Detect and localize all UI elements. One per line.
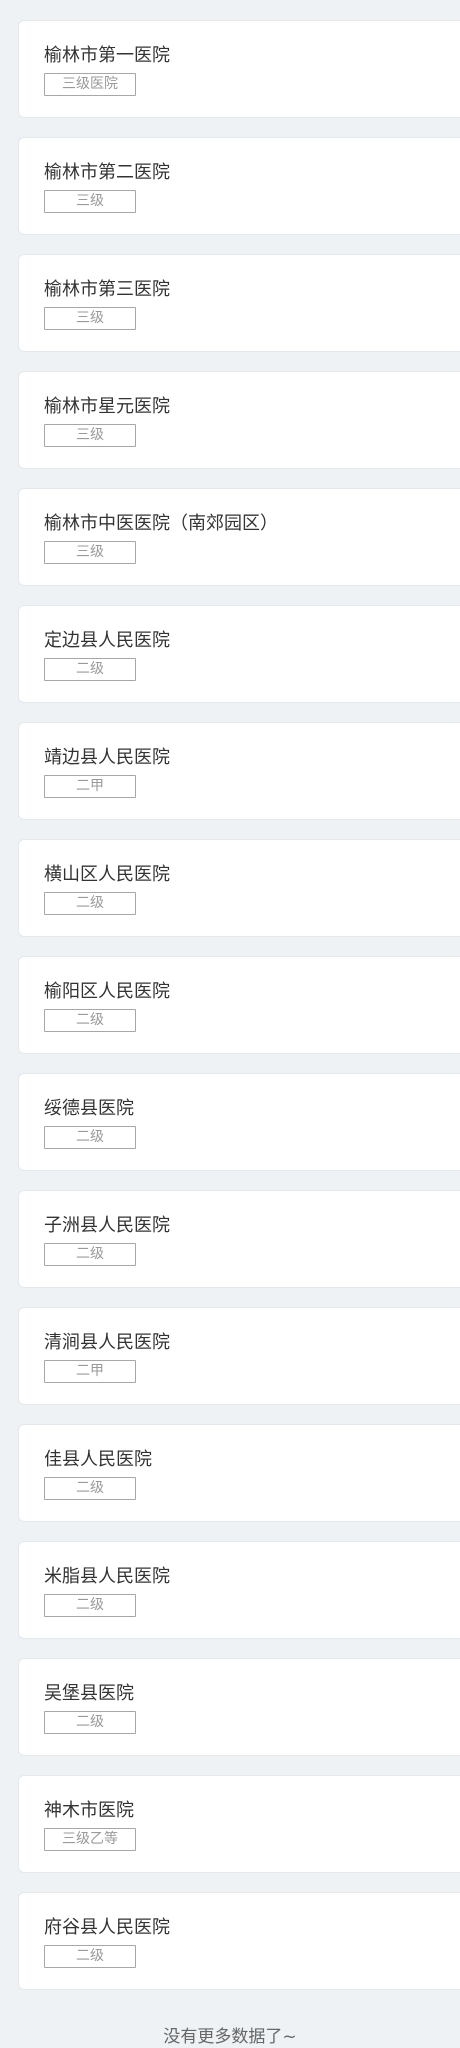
hospital-level-badge: 三级	[44, 307, 136, 330]
hospital-name: 榆林市第一医院	[44, 45, 170, 66]
hospital-level-badge: 三级	[44, 424, 136, 447]
no-more-data-text: 没有更多数据了~	[163, 2027, 297, 2047]
hospital-card[interactable]: 吴堡县医院 二级	[18, 1658, 460, 1756]
hospital-level-badge: 二级	[44, 1009, 136, 1032]
hospital-card[interactable]: 清涧县人民医院 二甲	[18, 1307, 460, 1405]
hospital-level-badge: 三级	[44, 541, 136, 564]
hospital-card[interactable]: 靖边县人民医院 二甲	[18, 722, 460, 820]
hospital-card[interactable]: 榆林市第三医院 三级	[18, 254, 460, 352]
hospital-card[interactable]: 榆林市第二医院 三级	[18, 137, 460, 235]
hospital-level-badge: 二级	[44, 1126, 136, 1149]
hospital-card[interactable]: 榆林市中医医院（南郊园区） 三级	[18, 488, 460, 586]
hospital-name: 定边县人民医院	[44, 630, 170, 651]
hospital-level-badge: 三级	[44, 190, 136, 213]
hospital-level-badge: 二级	[44, 892, 136, 915]
hospital-list: 榆林市第一医院 三级医院 榆林市第二医院 三级 榆林市第三医院 三级 榆林市星元…	[18, 20, 460, 2009]
hospital-name: 榆阳区人民医院	[44, 981, 170, 1002]
hospital-name: 榆林市星元医院	[44, 396, 170, 417]
hospital-card[interactable]: 榆林市第一医院 三级医院	[18, 20, 460, 118]
hospital-level-badge: 三级医院	[44, 73, 136, 96]
hospital-name: 府谷县人民医院	[44, 1917, 170, 1938]
hospital-name: 神木市医院	[44, 1800, 134, 1821]
hospital-level-badge: 二级	[44, 1711, 136, 1734]
hospital-name: 榆林市第二医院	[44, 162, 170, 183]
hospital-card[interactable]: 榆林市星元医院 三级	[18, 371, 460, 469]
hospital-card[interactable]: 横山区人民医院 二级	[18, 839, 460, 937]
hospital-name: 清涧县人民医院	[44, 1332, 170, 1353]
hospital-level-badge: 二级	[44, 1945, 136, 1968]
hospital-name: 子洲县人民医院	[44, 1215, 170, 1236]
hospital-name: 绥德县医院	[44, 1098, 134, 1119]
hospital-level-badge: 二级	[44, 1243, 136, 1266]
hospital-level-badge: 二甲	[44, 1360, 136, 1383]
hospital-card[interactable]: 子洲县人民医院 二级	[18, 1190, 460, 1288]
hospital-name: 吴堡县医院	[44, 1683, 134, 1704]
hospital-card[interactable]: 榆阳区人民医院 二级	[18, 956, 460, 1054]
hospital-level-badge: 二级	[44, 658, 136, 681]
hospital-card[interactable]: 神木市医院 三级乙等	[18, 1775, 460, 1873]
hospital-level-badge: 二级	[44, 1477, 136, 1500]
hospital-card[interactable]: 米脂县人民医院 二级	[18, 1541, 460, 1639]
hospital-name: 榆林市中医医院（南郊园区）	[44, 513, 278, 534]
hospital-name: 米脂县人民医院	[44, 1566, 170, 1587]
hospital-name: 榆林市第三医院	[44, 279, 170, 300]
hospital-level-badge: 二级	[44, 1594, 136, 1617]
hospital-level-badge: 二甲	[44, 775, 136, 798]
hospital-level-badge: 三级乙等	[44, 1828, 136, 1851]
hospital-card[interactable]: 绥德县医院 二级	[18, 1073, 460, 1171]
hospital-card[interactable]: 佳县人民医院 二级	[18, 1424, 460, 1522]
hospital-name: 靖边县人民医院	[44, 747, 170, 768]
hospital-name: 佳县人民医院	[44, 1449, 152, 1470]
hospital-card[interactable]: 府谷县人民医院 二级	[18, 1892, 460, 1990]
hospital-card[interactable]: 定边县人民医院 二级	[18, 605, 460, 703]
hospital-name: 横山区人民医院	[44, 864, 170, 885]
